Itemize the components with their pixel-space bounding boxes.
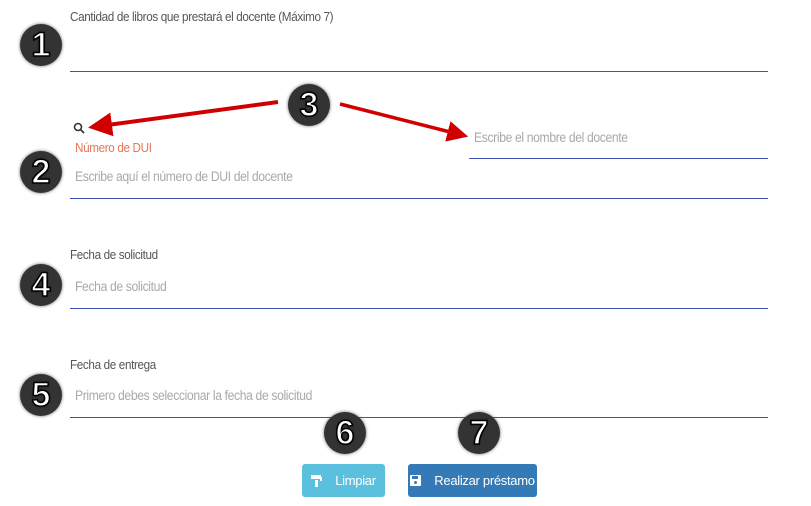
fecha-solicitud-underline [70,308,768,309]
step-badge-4: 4 [20,264,62,306]
step-badge-3: 3 [288,84,330,126]
nombre-input[interactable]: Escribe el nombre del docente [474,130,628,145]
dui-label: Número de DUI [75,140,152,155]
fecha-solicitud-input[interactable]: Fecha de solicitud [75,279,167,294]
limpiar-button[interactable]: Limpiar [302,464,385,497]
step-badge-5: 5 [20,374,62,416]
search-icon[interactable] [73,122,86,135]
cantidad-input[interactable] [70,30,768,70]
arrow-to-name-field [339,102,469,142]
step-badge-2: 2 [20,151,62,193]
fecha-entrega-label: Fecha de entrega [70,357,156,372]
fecha-entrega-input[interactable]: Primero debes seleccionar la fecha de so… [75,388,312,403]
step-badge-7: 7 [458,412,500,454]
step-badge-1: 1 [20,24,62,66]
fecha-solicitud-label: Fecha de solicitud [70,247,158,262]
save-icon [410,474,422,486]
paint-roller-icon [311,474,323,487]
arrow-to-search-icon [88,100,279,137]
dui-input[interactable]: Escribe aquí el número de DUI del docent… [75,169,293,184]
realizar-label: Realizar préstamo [434,473,535,488]
fecha-entrega-underline [70,417,768,418]
realizar-prestamo-button[interactable]: Realizar préstamo [408,464,537,497]
step-badge-6: 6 [324,412,366,454]
dui-underline [70,198,768,199]
cantidad-underline [70,71,768,72]
cantidad-label: Cantidad de libros que prestará el docen… [70,9,334,24]
nombre-underline [469,158,768,159]
limpiar-label: Limpiar [335,473,376,488]
